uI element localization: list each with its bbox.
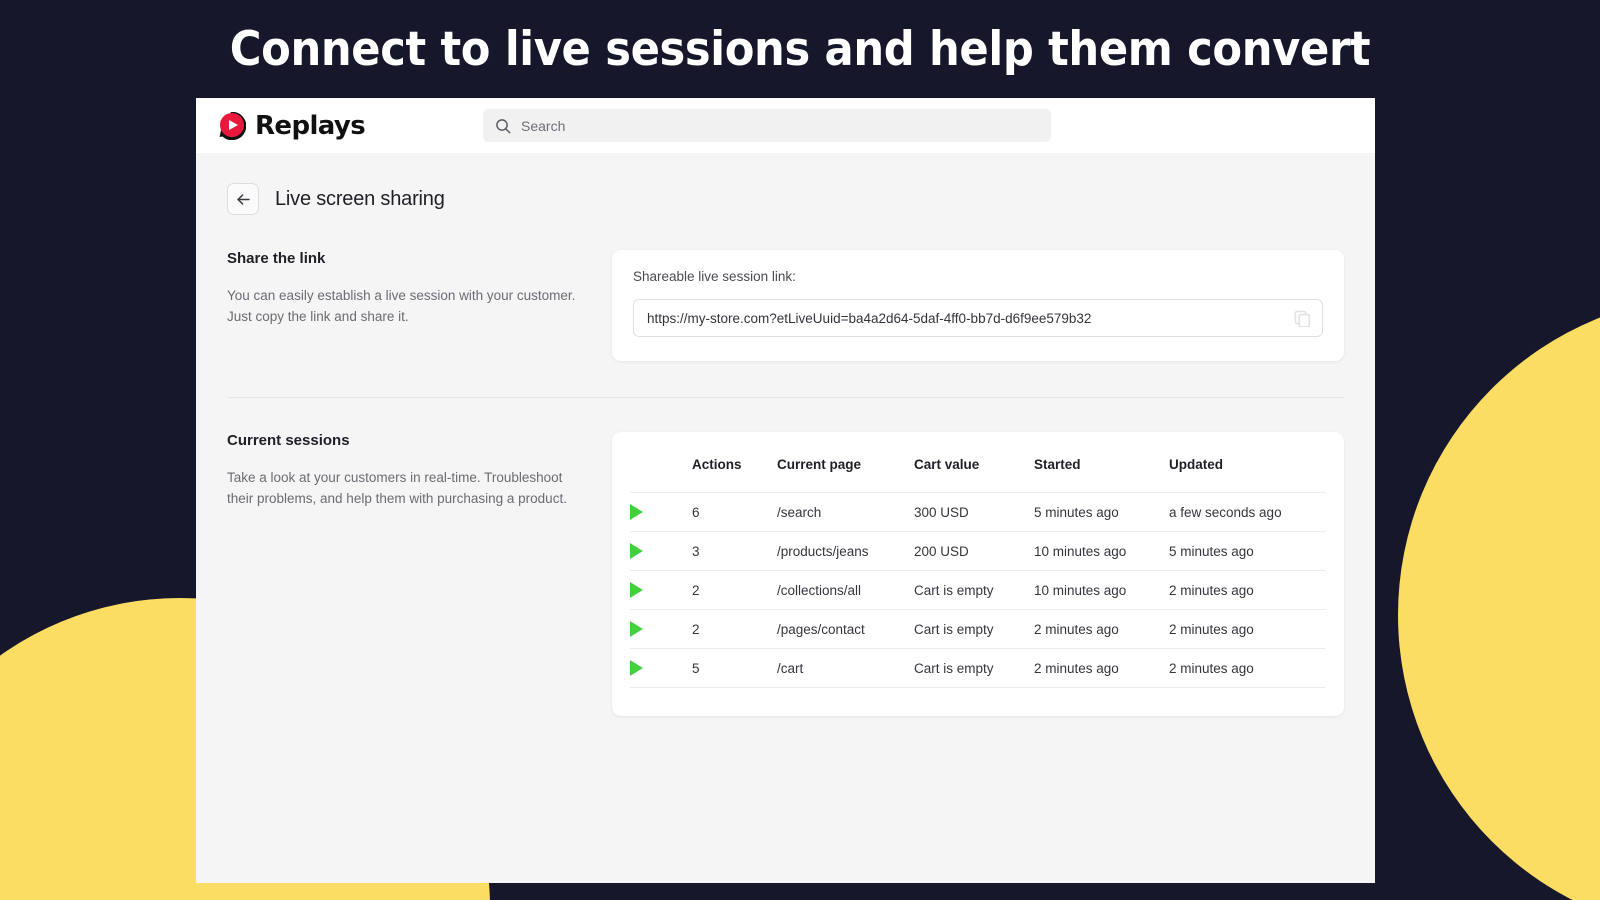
play-icon[interactable] (630, 660, 643, 676)
section-divider (227, 397, 1344, 398)
session-play-cell[interactable] (630, 493, 692, 532)
session-updated: 2 minutes ago (1169, 610, 1326, 649)
session-current-page: /pages/contact (777, 610, 914, 649)
session-cart-value: Cart is empty (914, 610, 1034, 649)
table-header-row: Actions Current page Cart value Started … (630, 457, 1326, 493)
play-icon[interactable] (630, 543, 643, 559)
session-cart-value: Cart is empty (914, 571, 1034, 610)
current-sessions-description: Take a look at your customers in real-ti… (227, 468, 582, 510)
session-current-page: /products/jeans (777, 532, 914, 571)
session-updated: 5 minutes ago (1169, 532, 1326, 571)
back-button[interactable] (227, 183, 259, 215)
copy-icon (1294, 310, 1311, 327)
share-link-card-wrap: Shareable live session link: https://my-… (612, 250, 1344, 361)
app-topbar: Replays Search (196, 98, 1375, 153)
replay-play-icon (216, 110, 248, 142)
column-header-actions: Actions (692, 457, 777, 493)
shareable-link-value: https://my-store.com?etLiveUuid=ba4a2d64… (647, 311, 1091, 326)
shareable-link-label: Shareable live session link: (633, 269, 1323, 284)
play-icon[interactable] (630, 621, 643, 637)
session-updated: a few seconds ago (1169, 493, 1326, 532)
session-updated: 2 minutes ago (1169, 571, 1326, 610)
headline: Connect to live sessions and help them c… (64, 22, 1536, 77)
session-started: 2 minutes ago (1034, 649, 1169, 688)
search-placeholder: Search (521, 118, 565, 134)
share-link-title: Share the link (227, 250, 582, 267)
current-sessions-card-wrap: Actions Current page Cart value Started … (612, 432, 1344, 716)
app-window: Replays Search Live screen shar (196, 98, 1375, 883)
sessions-table-body: 6/search300 USD5 minutes agoa few second… (630, 493, 1326, 688)
session-current-page: /search (777, 493, 914, 532)
shareable-link-field[interactable]: https://my-store.com?etLiveUuid=ba4a2d64… (633, 299, 1323, 337)
column-header-cart-value: Cart value (914, 457, 1034, 493)
session-play-cell[interactable] (630, 649, 692, 688)
column-header-play (630, 457, 692, 493)
session-actions-count: 5 (692, 649, 777, 688)
session-started: 10 minutes ago (1034, 571, 1169, 610)
current-sessions-title: Current sessions (227, 432, 582, 449)
session-started: 10 minutes ago (1034, 532, 1169, 571)
session-cart-value: 300 USD (914, 493, 1034, 532)
sessions-table: Actions Current page Cart value Started … (630, 457, 1326, 688)
decorative-circle-right (1398, 295, 1600, 900)
current-sessions-section: Current sessions Take a look at your cus… (227, 432, 1344, 716)
session-actions-count: 6 (692, 493, 777, 532)
session-current-page: /cart (777, 649, 914, 688)
search-icon (495, 118, 511, 134)
session-started: 2 minutes ago (1034, 610, 1169, 649)
promo-banner: Connect to live sessions and help them c… (0, 0, 1600, 900)
play-icon[interactable] (630, 582, 643, 598)
session-cart-value: 200 USD (914, 532, 1034, 571)
sessions-card: Actions Current page Cart value Started … (612, 432, 1344, 716)
search-input[interactable]: Search (483, 109, 1051, 142)
share-link-section: Share the link You can easily establish … (227, 250, 1344, 361)
session-current-page: /collections/all (777, 571, 914, 610)
session-actions-count: 2 (692, 610, 777, 649)
page-header: Live screen sharing (227, 183, 1344, 215)
column-header-updated: Updated (1169, 457, 1326, 493)
session-actions-count: 2 (692, 571, 777, 610)
copy-button[interactable] (1292, 308, 1312, 328)
play-icon[interactable] (630, 504, 643, 520)
session-actions-count: 3 (692, 532, 777, 571)
shareable-link-card: Shareable live session link: https://my-… (612, 250, 1344, 361)
session-play-cell[interactable] (630, 532, 692, 571)
share-link-text: Share the link You can easily establish … (227, 250, 612, 328)
table-row[interactable]: 3/products/jeans200 USD10 minutes ago5 m… (630, 532, 1326, 571)
app-content: Live screen sharing Share the link You c… (196, 153, 1375, 716)
table-row[interactable]: 2/pages/contactCart is empty2 minutes ag… (630, 610, 1326, 649)
table-row[interactable]: 6/search300 USD5 minutes agoa few second… (630, 493, 1326, 532)
sessions-table-head: Actions Current page Cart value Started … (630, 457, 1326, 493)
share-link-description: You can easily establish a live session … (227, 286, 582, 328)
table-row[interactable]: 5/cartCart is empty2 minutes ago2 minute… (630, 649, 1326, 688)
arrow-left-icon (235, 191, 252, 208)
session-updated: 2 minutes ago (1169, 649, 1326, 688)
session-cart-value: Cart is empty (914, 649, 1034, 688)
column-header-current-page: Current page (777, 457, 914, 493)
brand-name: Replays (255, 111, 365, 141)
session-started: 5 minutes ago (1034, 493, 1169, 532)
column-header-started: Started (1034, 457, 1169, 493)
logo-play-disc (220, 113, 244, 137)
session-play-cell[interactable] (630, 610, 692, 649)
current-sessions-text: Current sessions Take a look at your cus… (227, 432, 612, 510)
brand-logo[interactable]: Replays (216, 110, 466, 142)
session-play-cell[interactable] (630, 571, 692, 610)
page-title: Live screen sharing (275, 188, 445, 211)
table-row[interactable]: 2/collections/allCart is empty10 minutes… (630, 571, 1326, 610)
